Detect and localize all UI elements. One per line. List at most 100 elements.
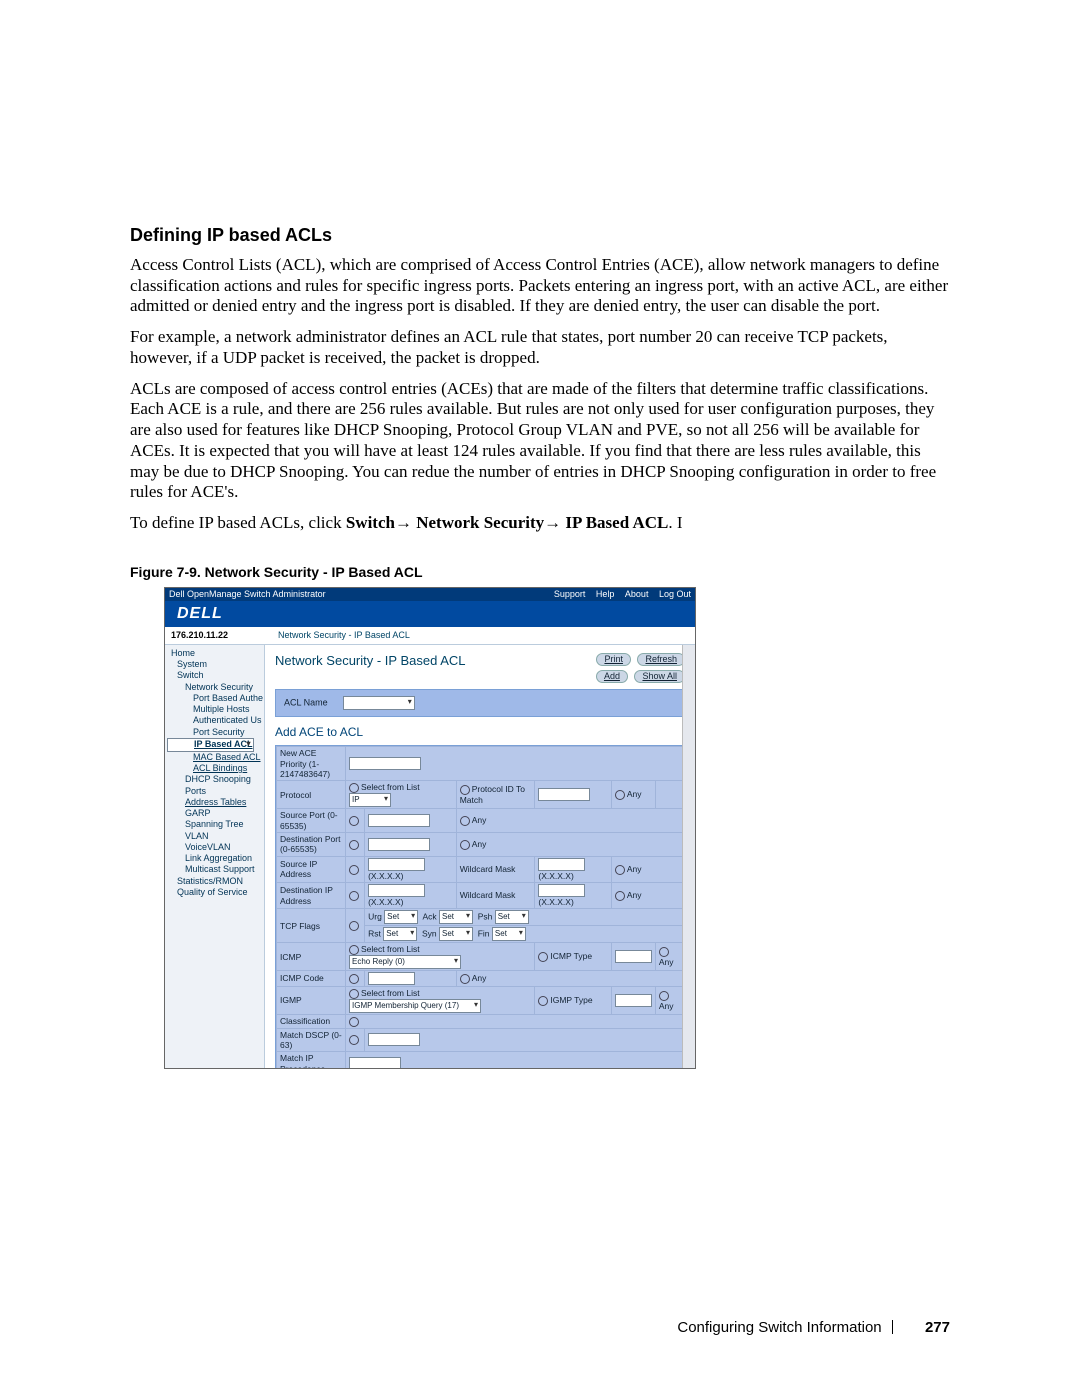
radio-icmp-code[interactable] xyxy=(349,974,359,984)
input-igmp-type[interactable] xyxy=(615,994,652,1007)
radio-dstip-any[interactable] xyxy=(615,891,625,901)
tree-item[interactable]: DHCP Snooping xyxy=(167,774,262,785)
select-icmp[interactable]: Echo Reply (0) xyxy=(349,955,461,969)
select-psh[interactable]: Set xyxy=(495,910,529,924)
tree-item[interactable]: Port Security xyxy=(167,727,262,738)
select-igmp[interactable]: IGMP Membership Query (17) xyxy=(349,999,481,1013)
label-dst-port: Destination Port (0-65535) xyxy=(277,832,346,856)
radio-dstport[interactable] xyxy=(349,840,359,850)
radio-classification[interactable] xyxy=(349,1017,359,1027)
tree-item[interactable]: Spanning Tree xyxy=(167,819,262,830)
tree-item[interactable]: VoiceVLAN xyxy=(167,842,262,853)
input-dst-port[interactable] xyxy=(368,838,430,851)
tree-item[interactable]: MAC Based ACL xyxy=(167,752,262,763)
tree-item[interactable]: Multicast Support xyxy=(167,864,262,875)
input-dst-ip[interactable] xyxy=(368,884,425,897)
input-dst-wmask[interactable] xyxy=(538,884,585,897)
figure-caption: Figure 7-9. Network Security - IP Based … xyxy=(130,564,950,581)
link-support[interactable]: Support xyxy=(554,589,586,599)
device-ip: 176.210.11.22 xyxy=(165,627,272,644)
brand-bar: DELL xyxy=(165,601,695,627)
radio-igmp-any[interactable] xyxy=(659,991,669,1001)
input-ip-precedence[interactable] xyxy=(349,1057,401,1068)
radio-srcip[interactable] xyxy=(349,865,359,875)
tree-item[interactable]: Switch xyxy=(167,670,262,681)
input-src-port[interactable] xyxy=(368,814,430,827)
tree-item[interactable]: Authenticated Us xyxy=(167,715,262,726)
select-urg[interactable]: Set xyxy=(384,910,418,924)
tree-item[interactable]: GARP xyxy=(167,808,262,819)
label-dst-ip: Destination IP Address xyxy=(277,882,346,908)
radio-icmp-list[interactable] xyxy=(349,945,359,955)
select-ack[interactable]: Set xyxy=(439,910,473,924)
ace-form-table: New ACE Priority (1-2147483647) Protocol… xyxy=(276,746,684,1067)
link-about[interactable]: About xyxy=(625,589,649,599)
showall-button[interactable]: Show All xyxy=(634,670,685,683)
radio-icmpcode-any[interactable] xyxy=(460,974,470,984)
radio-igmp-list[interactable] xyxy=(349,989,359,999)
print-button[interactable]: Print xyxy=(596,653,631,666)
input-dscp[interactable] xyxy=(368,1033,420,1046)
tree-item[interactable]: System xyxy=(167,659,262,670)
radio-igmp-type[interactable] xyxy=(538,996,548,1006)
nav-tree[interactable]: HomeSystemSwitchNetwork SecurityPort Bas… xyxy=(165,645,265,1068)
window-title: Dell OpenManage Switch Administrator xyxy=(169,589,326,600)
tree-item[interactable]: Statistics/RMON xyxy=(167,876,262,887)
nav-path-bold: Switch→ Network Security→ IP Based ACL xyxy=(346,513,669,532)
radio-tcpflags[interactable] xyxy=(349,921,359,931)
label-ip-precedence: Match IP Precedence xyxy=(277,1052,346,1068)
tree-item[interactable]: Ports xyxy=(167,786,262,797)
radio-dscp[interactable] xyxy=(349,1035,359,1045)
select-rst[interactable]: Set xyxy=(383,927,417,941)
input-src-ip[interactable] xyxy=(368,858,425,871)
radio-dstip[interactable] xyxy=(349,891,359,901)
tree-item[interactable]: Quality of Service xyxy=(167,887,262,898)
vertical-scrollbar[interactable] xyxy=(682,645,695,1068)
radio-icmp-type[interactable] xyxy=(538,952,548,962)
tree-item[interactable]: Multiple Hosts xyxy=(167,704,262,715)
radio-icmp-any[interactable] xyxy=(659,947,669,957)
input-icmp-type[interactable] xyxy=(615,950,652,963)
paragraph-3: ACLs are composed of access control entr… xyxy=(130,379,950,503)
section-heading: Defining IP based ACLs xyxy=(130,225,950,247)
tree-item[interactable]: Link Aggregation xyxy=(167,853,262,864)
acl-name-panel: ACL Name xyxy=(275,689,685,717)
input-priority[interactable] xyxy=(349,757,421,770)
add-ace-header: Add ACE to ACL xyxy=(275,725,685,740)
link-logout[interactable]: Log Out xyxy=(659,589,691,599)
tree-item[interactable]: ACL Bindings xyxy=(167,763,262,774)
label-icmp-code: ICMP Code xyxy=(277,971,346,987)
select-protocol[interactable]: IP xyxy=(349,793,391,807)
radio-protocol-any[interactable] xyxy=(615,790,625,800)
refresh-button[interactable]: Refresh xyxy=(637,653,685,666)
screenshot-ip-based-acl: Dell OpenManage Switch Administrator Sup… xyxy=(164,587,696,1069)
top-links: Support Help About Log Out xyxy=(546,589,691,600)
window-titlebar: Dell OpenManage Switch Administrator Sup… xyxy=(165,588,695,601)
tree-item[interactable]: VLAN xyxy=(167,831,262,842)
tree-item[interactable]: Network Security xyxy=(167,682,262,693)
ip-breadcrumb-row: 176.210.11.22 Network Security - IP Base… xyxy=(165,627,695,645)
tree-item[interactable]: IP Based ACL xyxy=(167,738,254,752)
page-footer: Configuring Switch Information 277 xyxy=(677,1319,950,1337)
radio-srcport[interactable] xyxy=(349,816,359,826)
tree-item[interactable]: Address Tables xyxy=(167,797,262,808)
input-protocol-id[interactable] xyxy=(538,788,590,801)
radio-protocol-id[interactable] xyxy=(460,785,470,795)
input-icmp-code[interactable] xyxy=(368,972,415,985)
radio-srcip-any[interactable] xyxy=(615,865,625,875)
radio-protocol-list[interactable] xyxy=(349,783,359,793)
acl-name-select[interactable] xyxy=(343,696,415,710)
tree-item[interactable]: Port Based Authe xyxy=(167,693,262,704)
acl-name-label: ACL Name xyxy=(284,697,328,707)
radio-srcport-any[interactable] xyxy=(460,816,470,826)
link-help[interactable]: Help xyxy=(596,589,615,599)
paragraph-2: For example, a network administrator def… xyxy=(130,327,950,368)
add-button[interactable]: Add xyxy=(596,670,628,683)
label-classification: Classification xyxy=(277,1014,346,1028)
radio-dstport-any[interactable] xyxy=(460,840,470,850)
select-syn[interactable]: Set xyxy=(439,927,473,941)
content-pane: Network Security - IP Based ACL Print Re… xyxy=(265,645,695,1068)
select-fin[interactable]: Set xyxy=(492,927,526,941)
tree-item[interactable]: Home xyxy=(167,648,262,659)
input-src-wmask[interactable] xyxy=(538,858,585,871)
